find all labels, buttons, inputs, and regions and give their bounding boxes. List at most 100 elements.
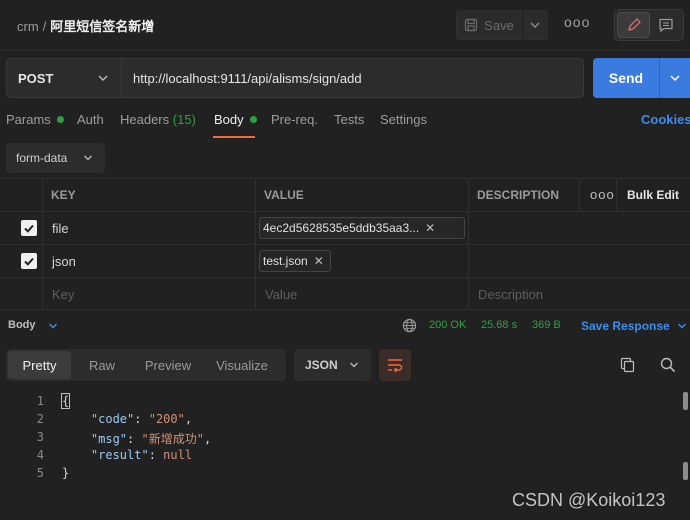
tab-raw[interactable]: Raw bbox=[71, 351, 133, 379]
response-bar: Body 200 OK 25.68 s 369 B Save Response bbox=[0, 316, 690, 338]
format-label: JSON bbox=[305, 358, 338, 372]
json-key: "msg" bbox=[90, 432, 128, 446]
headers-count: (15) bbox=[172, 112, 196, 127]
json-value: "200" bbox=[148, 412, 185, 426]
column-header-value: VALUE bbox=[264, 188, 304, 202]
cookies-link[interactable]: Cookies bbox=[641, 112, 690, 127]
save-group: Save bbox=[456, 10, 548, 40]
column-header-key: KEY bbox=[51, 188, 76, 202]
url-text: http://localhost:9111/api/alisms/sign/ad… bbox=[133, 70, 362, 86]
response-size: 369 B bbox=[532, 319, 561, 331]
chevron-down-icon bbox=[98, 75, 108, 81]
column-header-description: DESCRIPTION bbox=[477, 188, 560, 202]
key-placeholder[interactable]: Key bbox=[52, 287, 74, 302]
row-checkbox[interactable] bbox=[21, 220, 37, 236]
body-mode-select[interactable]: form-data bbox=[6, 143, 105, 173]
chevron-down-icon[interactable] bbox=[677, 322, 687, 330]
row-key[interactable]: file bbox=[52, 221, 69, 236]
tab-settings[interactable]: Settings bbox=[380, 112, 427, 127]
wrap-lines-button[interactable] bbox=[379, 349, 411, 381]
method-select[interactable]: POST bbox=[6, 58, 122, 98]
tab-params-label: Params bbox=[6, 112, 51, 127]
code-line: "msg": "新增成功", bbox=[90, 432, 212, 446]
edit-mode-button[interactable] bbox=[617, 12, 650, 38]
chevron-down-icon[interactable] bbox=[48, 322, 58, 330]
tab-body[interactable]: Body bbox=[214, 112, 257, 127]
code-line: "code": "200", bbox=[90, 412, 193, 426]
url-input[interactable]: http://localhost:9111/api/alisms/sign/ad… bbox=[122, 58, 584, 98]
value-placeholder[interactable]: Value bbox=[265, 287, 297, 302]
send-options-button[interactable] bbox=[659, 58, 690, 98]
params-indicator-dot bbox=[56, 116, 64, 123]
row-checkbox[interactable] bbox=[21, 253, 37, 269]
code-line: } bbox=[62, 466, 69, 480]
description-placeholder[interactable]: Description bbox=[478, 287, 543, 302]
pencil-icon bbox=[627, 18, 641, 31]
row-key[interactable]: json bbox=[52, 254, 76, 269]
format-select[interactable]: JSON bbox=[294, 349, 371, 381]
send-group: Send bbox=[593, 58, 690, 98]
tab-pretty[interactable]: Pretty bbox=[8, 351, 71, 379]
active-tab-underline bbox=[213, 136, 255, 138]
bracket-match-highlight bbox=[61, 393, 70, 409]
json-value: "新增成功" bbox=[141, 432, 204, 446]
tab-auth[interactable]: Auth bbox=[77, 112, 104, 127]
chevron-down-icon bbox=[350, 362, 358, 368]
response-view-tabs: Pretty Raw Preview Visualize bbox=[6, 349, 286, 381]
code-line: "result": null bbox=[90, 448, 193, 462]
search-icon[interactable] bbox=[660, 357, 676, 373]
tab-visualize[interactable]: Visualize bbox=[203, 351, 281, 379]
file-chip[interactable]: test.json ✕ bbox=[259, 250, 331, 272]
response-body-label[interactable]: Body bbox=[8, 319, 36, 331]
breadcrumb-workspace[interactable]: crm bbox=[17, 19, 39, 34]
remove-file-icon[interactable]: ✕ bbox=[314, 254, 324, 268]
more-actions-button[interactable]: ooo bbox=[564, 14, 590, 30]
globe-icon[interactable] bbox=[402, 318, 417, 333]
tab-preview[interactable]: Preview bbox=[133, 351, 203, 379]
scrollbar-thumb[interactable] bbox=[683, 392, 688, 410]
file-chip[interactable]: 4ec2d5628535e5ddb35aa3... ✕ bbox=[259, 217, 465, 239]
comment-icon bbox=[658, 18, 673, 33]
table-row-empty: Key Value Description bbox=[0, 277, 690, 310]
tab-prereq[interactable]: Pre-req. bbox=[271, 112, 318, 127]
json-key: "result" bbox=[90, 448, 149, 462]
breadcrumb-separator: / bbox=[42, 19, 47, 34]
checkmark-icon bbox=[24, 224, 34, 233]
save-icon bbox=[465, 18, 478, 32]
tab-tests-label: Tests bbox=[334, 112, 365, 127]
breadcrumb: crm / 阿里短信签名新增 bbox=[17, 16, 154, 35]
send-button[interactable]: Send bbox=[593, 58, 659, 98]
line-number: 4 bbox=[36, 448, 44, 462]
view-mode-toggle bbox=[614, 9, 684, 41]
body-mode-label: form-data bbox=[16, 151, 68, 165]
chevron-down-icon bbox=[670, 75, 680, 82]
tab-tests[interactable]: Tests bbox=[334, 112, 364, 127]
table-more-button[interactable]: ooo bbox=[590, 187, 615, 202]
chevron-down-icon bbox=[530, 22, 540, 28]
copy-icon[interactable] bbox=[620, 357, 635, 373]
tab-body-label: Body bbox=[214, 112, 244, 127]
file-chip-label: test.json bbox=[263, 254, 308, 268]
json-value: null bbox=[163, 448, 193, 462]
tab-headers[interactable]: Headers (15) bbox=[120, 112, 196, 127]
save-button[interactable]: Save bbox=[456, 10, 522, 40]
line-number: 2 bbox=[36, 412, 44, 426]
request-name[interactable]: 阿里短信签名新增 bbox=[50, 19, 154, 34]
scrollbar-thumb[interactable] bbox=[683, 462, 688, 480]
chevron-down-icon bbox=[84, 155, 92, 161]
bulk-edit-button[interactable]: Bulk Edit bbox=[627, 188, 679, 202]
checkmark-icon bbox=[24, 257, 34, 266]
line-number: 5 bbox=[36, 466, 44, 480]
remove-file-icon[interactable]: ✕ bbox=[425, 221, 435, 235]
tab-params[interactable]: Params bbox=[6, 112, 64, 127]
save-options-button[interactable] bbox=[522, 10, 548, 40]
tab-headers-label: Headers bbox=[120, 112, 170, 127]
tab-prereq-label: Pre-req. bbox=[271, 112, 318, 127]
tab-auth-label: Auth bbox=[77, 112, 104, 127]
comments-button[interactable] bbox=[650, 12, 681, 38]
table-row: json test.json ✕ bbox=[0, 244, 690, 277]
save-response-button[interactable]: Save Response bbox=[581, 319, 670, 333]
wrap-lines-icon bbox=[388, 359, 403, 372]
top-divider bbox=[0, 50, 690, 51]
table-row: file 4ec2d5628535e5ddb35aa3... ✕ bbox=[0, 211, 690, 244]
